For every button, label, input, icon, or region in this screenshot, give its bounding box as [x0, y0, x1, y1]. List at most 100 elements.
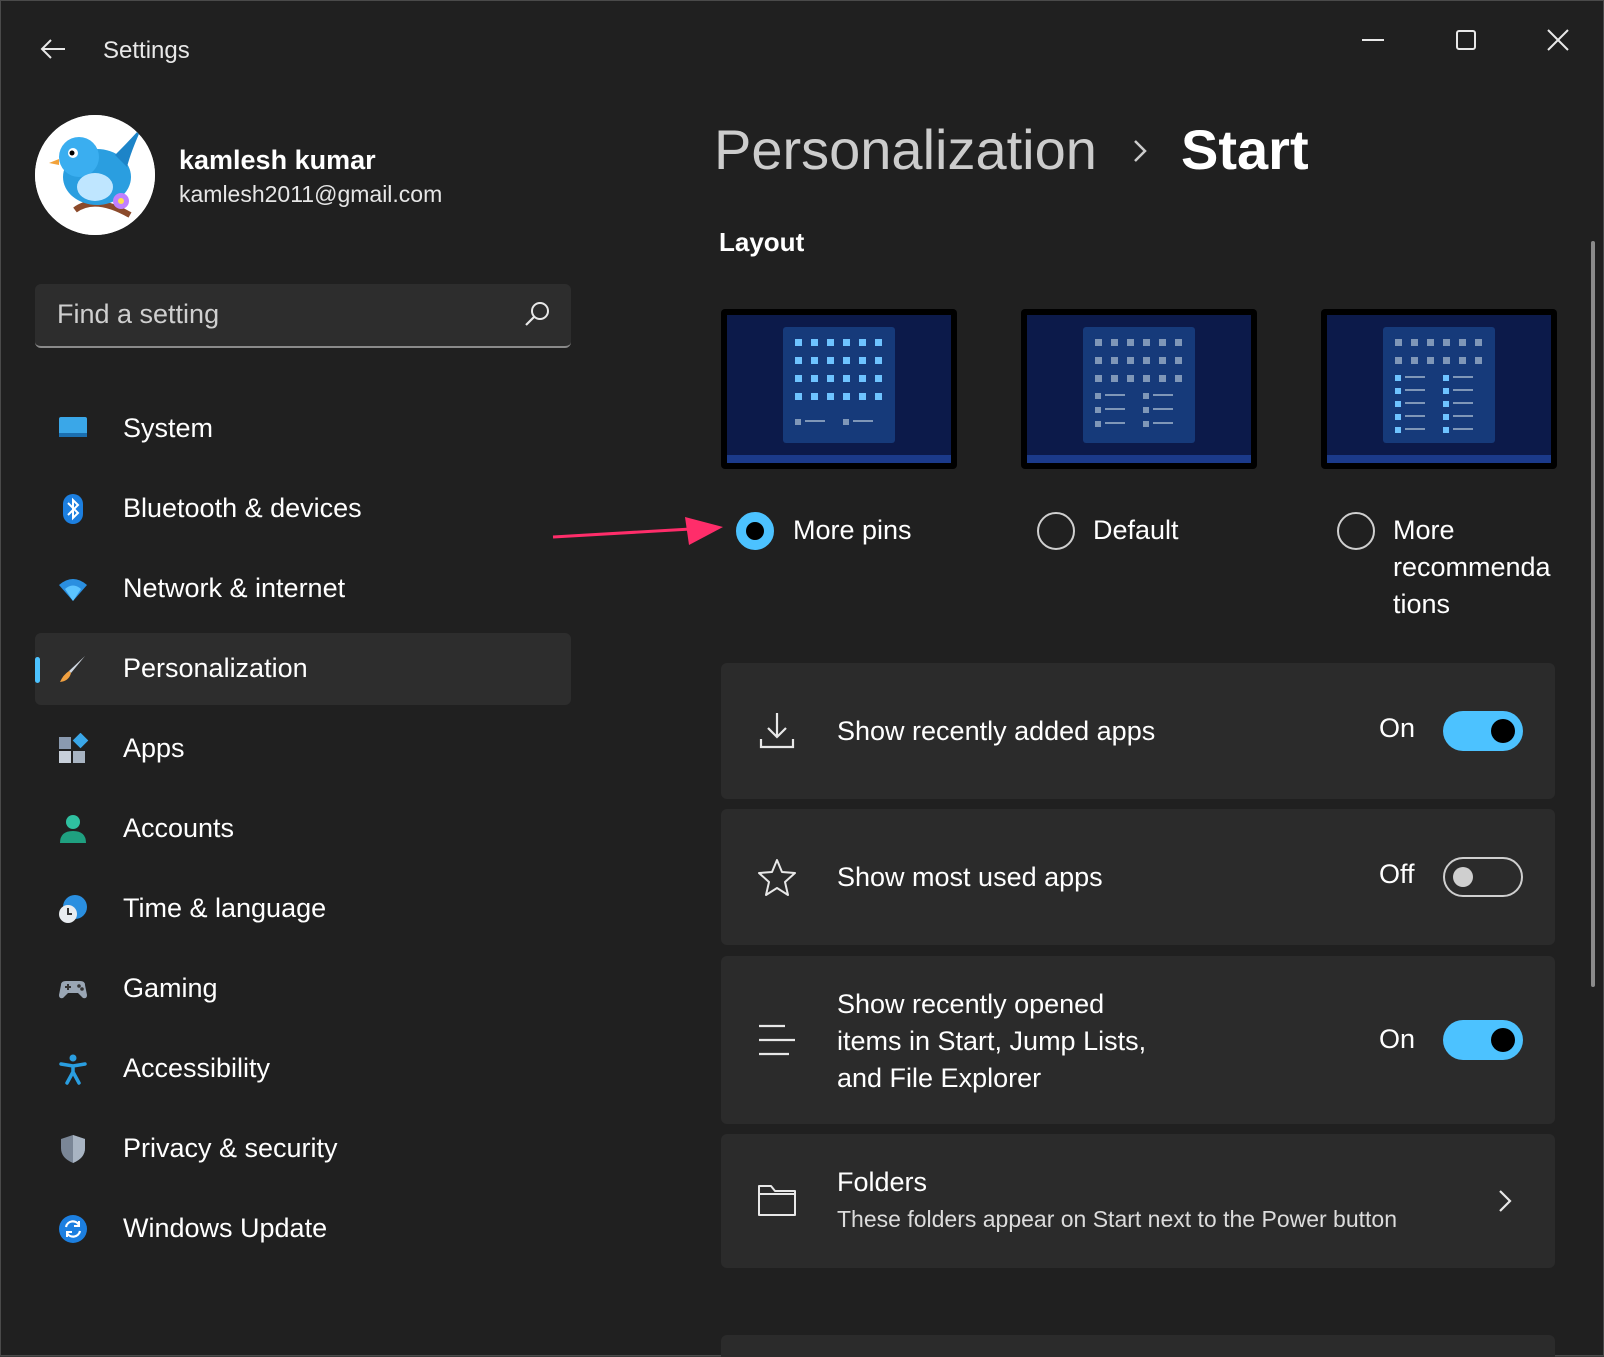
back-arrow-icon [40, 39, 65, 59]
back-button[interactable] [35, 31, 71, 67]
maximize-button[interactable] [1431, 15, 1501, 65]
close-button[interactable] [1523, 15, 1593, 65]
sidebar-item-system[interactable]: System [35, 393, 571, 465]
search-input[interactable] [35, 284, 505, 344]
preview-start-menu [1083, 327, 1195, 443]
user-name: kamlesh kumar [179, 145, 376, 175]
toggle-recently-opened-items[interactable] [1443, 1020, 1523, 1060]
preview-taskbar [1327, 455, 1551, 463]
person-icon [60, 815, 86, 843]
sidebar-item-label: Privacy & security [123, 1133, 338, 1163]
minimize-button[interactable] [1339, 15, 1409, 65]
radio-label-more-pins[interactable]: More pins [793, 512, 912, 549]
toggle-knob [1453, 867, 1473, 887]
sidebar-item-time-language[interactable]: Time & language [35, 873, 571, 945]
brush-icon [60, 656, 85, 682]
monitor-icon [59, 417, 87, 437]
more-recommendations-layout-icon [1395, 339, 1482, 433]
sidebar-item-label: Time & language [123, 893, 327, 923]
toggle-state-label: Off [1379, 859, 1415, 889]
annotation-arrow-icon [552, 517, 723, 545]
close-icon [1547, 29, 1569, 51]
apps-icon [59, 733, 89, 763]
setting-label: Show recently opened items in Start, Jum… [837, 989, 1147, 1093]
more-pins-layout-icon [795, 339, 882, 425]
setting-card-partial [721, 1335, 1555, 1357]
bluetooth-icon [63, 494, 83, 524]
sidebar-item-network[interactable]: Network & internet [35, 553, 571, 625]
avatar[interactable] [35, 115, 155, 235]
folder-icon [758, 1185, 796, 1216]
title-bar: Settings [1, 1, 1603, 101]
toggle-knob [1491, 719, 1515, 743]
sidebar-nav: System Bluetooth & devices Network & int… [35, 393, 571, 1273]
wifi-icon [59, 579, 87, 601]
bird-avatar-icon [35, 115, 155, 235]
search-box[interactable] [35, 284, 571, 348]
toggle-most-used-apps[interactable] [1443, 857, 1523, 897]
sidebar-item-label: Personalization [123, 653, 308, 683]
download-icon [759, 713, 795, 749]
settings-window: Settings kamlesh kumar kamlesh2011@gmail… [0, 0, 1604, 1357]
sidebar-item-bluetooth[interactable]: Bluetooth & devices [35, 473, 571, 545]
folders-title: Folders [837, 1167, 928, 1197]
sidebar-item-label: Accounts [123, 813, 235, 843]
update-icon [59, 1215, 87, 1243]
sidebar-item-accounts[interactable]: Accounts [35, 793, 571, 865]
user-email: kamlesh2011@gmail.com [179, 181, 443, 207]
layout-preview-default[interactable] [1021, 309, 1257, 469]
sidebar-item-apps[interactable]: Apps [35, 713, 571, 785]
radio-more-recommendations[interactable] [1337, 512, 1375, 550]
sidebar-item-label: System [123, 413, 214, 443]
search-icon[interactable] [523, 300, 551, 328]
toggle-state-label: On [1379, 713, 1416, 743]
setting-card-recently-added: Show recently added apps On [721, 663, 1555, 799]
setting-card-recently-opened: Show recently opened items in Start, Jum… [721, 956, 1555, 1124]
radio-default[interactable] [1037, 512, 1075, 550]
setting-card-most-used: Show most used apps Off [721, 809, 1555, 945]
layout-preview-more-pins[interactable] [721, 309, 957, 469]
preview-start-menu [1383, 327, 1495, 443]
page-title: Start [1181, 118, 1309, 181]
star-icon [758, 859, 796, 896]
toggle-state-label: On [1379, 1024, 1416, 1054]
toggle-recently-added-apps[interactable] [1443, 711, 1523, 751]
chevron-right-icon [1499, 1190, 1512, 1212]
maximize-icon [1456, 30, 1476, 50]
sidebar-item-label: Windows Update [123, 1213, 328, 1243]
sidebar-item-privacy[interactable]: Privacy & security [35, 1113, 571, 1185]
preview-taskbar [1027, 455, 1251, 463]
sidebar-item-label: Gaming [123, 973, 218, 1003]
list-icon [759, 1024, 795, 1056]
setting-label: Show recently added apps [837, 716, 1156, 746]
clock-globe-icon [59, 895, 87, 923]
sidebar-item-label: Apps [123, 733, 185, 763]
folders-description: These folders appear on Start next to th… [837, 1206, 1398, 1232]
scrollbar[interactable] [1591, 241, 1595, 987]
sidebar-item-label: Accessibility [123, 1053, 271, 1083]
gamepad-icon [59, 981, 87, 999]
radio-more-pins[interactable] [736, 512, 774, 550]
sidebar-item-label: Network & internet [123, 573, 346, 603]
toggle-knob [1491, 1028, 1515, 1052]
sidebar-item-gaming[interactable]: Gaming [35, 953, 571, 1025]
chevron-right-icon [1134, 140, 1147, 162]
sidebar-item-accessibility[interactable]: Accessibility [35, 1033, 571, 1105]
setting-card-folders[interactable]: Folders These folders appear on Start ne… [721, 1134, 1555, 1268]
radio-label-more-recommendations[interactable]: More recommenda tions [1393, 512, 1551, 623]
layout-preview-more-recommendations[interactable] [1321, 309, 1557, 469]
preview-taskbar [727, 455, 951, 463]
layout-section-title: Layout [719, 227, 805, 257]
radio-label-default[interactable]: Default [1093, 512, 1179, 549]
minimize-icon [1362, 39, 1384, 41]
breadcrumb-parent[interactable]: Personalization [714, 117, 1097, 182]
setting-label: Show most used apps [837, 862, 1103, 892]
setting-label: Folders These folders appear on Start ne… [837, 1164, 1397, 1238]
preview-start-menu [783, 327, 895, 443]
shield-icon [61, 1135, 85, 1163]
sidebar-item-label: Bluetooth & devices [123, 493, 362, 523]
accessibility-icon [59, 1054, 87, 1085]
sidebar-item-windows-update[interactable]: Windows Update [35, 1193, 571, 1265]
app-title: Settings [103, 37, 190, 64]
sidebar-item-personalization[interactable]: Personalization [35, 633, 571, 705]
